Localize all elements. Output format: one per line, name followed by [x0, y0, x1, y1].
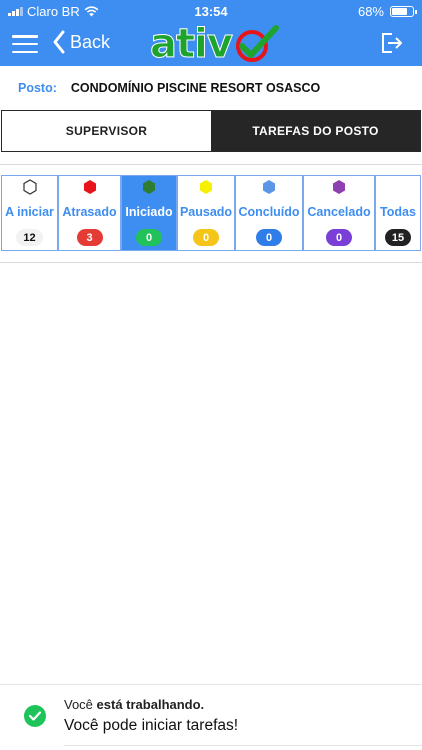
- work-status-footer: Você está trabalhando. Você pode iniciar…: [0, 684, 422, 750]
- checkmark-logo-icon: [235, 25, 279, 62]
- logout-icon: [382, 33, 402, 53]
- menu-icon[interactable]: [12, 35, 38, 53]
- task-list: [0, 263, 422, 683]
- app-logo: ativ: [150, 21, 280, 67]
- check-circle-icon: [24, 705, 46, 727]
- status-filter-bar: A iniciar 12 Atrasado 3 Iniciado 0 Pausa…: [1, 175, 421, 251]
- filter-atrasado[interactable]: Atrasado 3: [58, 175, 121, 251]
- tab-tarefas-do-posto[interactable]: TAREFAS DO POSTO: [211, 111, 420, 151]
- logout-button[interactable]: [380, 32, 404, 59]
- hexagon-icon: [22, 179, 37, 195]
- filter-label: Pausado: [179, 205, 233, 219]
- status-right: 68%: [357, 3, 417, 19]
- status-bar: Claro BR 13:54 68%: [0, 0, 422, 22]
- filter-label: Atrasado: [62, 205, 117, 219]
- divider: [0, 164, 422, 165]
- chevron-left-icon: [53, 30, 65, 54]
- count-badge: 15: [384, 229, 412, 246]
- signal-icon: [8, 6, 23, 16]
- filter-todas[interactable]: Todas 15: [375, 175, 421, 251]
- blank-icon-slot: [390, 179, 406, 195]
- wifi-icon: [84, 5, 99, 16]
- battery-icon: [390, 5, 417, 17]
- filter-concluido[interactable]: Concluído 0: [235, 175, 303, 251]
- carrier-name: Claro BR: [27, 3, 80, 19]
- posto-label: Posto:: [18, 81, 57, 95]
- work-status-text: Você está trabalhando.: [64, 697, 204, 712]
- navigation-bar: Back ativ: [0, 21, 422, 67]
- count-badge: 0: [193, 229, 219, 246]
- back-button[interactable]: Back: [52, 30, 110, 54]
- count-badge: 12: [16, 229, 43, 246]
- divider: [64, 745, 422, 746]
- filter-label: Concluído: [238, 205, 300, 219]
- posto-value: CONDOMÍNIO PISCINE RESORT OSASCO: [70, 81, 321, 95]
- filter-cancelado[interactable]: Cancelado 0: [303, 175, 375, 251]
- count-badge: 0: [326, 229, 352, 246]
- hexagon-icon: [333, 180, 345, 194]
- tab-supervisor[interactable]: SUPERVISOR: [2, 111, 211, 151]
- status-left: Claro BR: [8, 4, 99, 19]
- count-badge: 0: [256, 229, 282, 246]
- count-badge: 0: [136, 229, 162, 246]
- filter-pausado[interactable]: Pausado 0: [177, 175, 235, 251]
- filter-iniciado[interactable]: Iniciado 0: [121, 175, 177, 251]
- hexagon-icon: [263, 180, 275, 194]
- filter-label: Iniciado: [125, 205, 173, 219]
- work-status-message: Você pode iniciar tarefas!: [64, 717, 239, 734]
- posto-row: Posto: CONDOMÍNIO PISCINE RESORT OSASCO: [0, 66, 422, 110]
- filter-label: A iniciar: [5, 205, 54, 219]
- count-badge: 3: [76, 229, 103, 246]
- hexagon-icon: [200, 180, 212, 194]
- filter-a-iniciar[interactable]: A iniciar 12: [1, 175, 58, 251]
- segmented-tabs: SUPERVISOR TAREFAS DO POSTO: [1, 110, 421, 152]
- filter-label: Todas: [380, 205, 416, 219]
- back-label: Back: [70, 31, 111, 52]
- work-status-bold: está trabalhando.: [96, 697, 205, 712]
- hexagon-icon: [83, 180, 96, 194]
- logo-text: ativ: [150, 21, 234, 67]
- filter-label: Cancelado: [307, 205, 371, 219]
- hexagon-icon: [143, 180, 155, 194]
- battery-percent: 68%: [357, 3, 384, 19]
- work-status-prefix: Você: [64, 697, 97, 712]
